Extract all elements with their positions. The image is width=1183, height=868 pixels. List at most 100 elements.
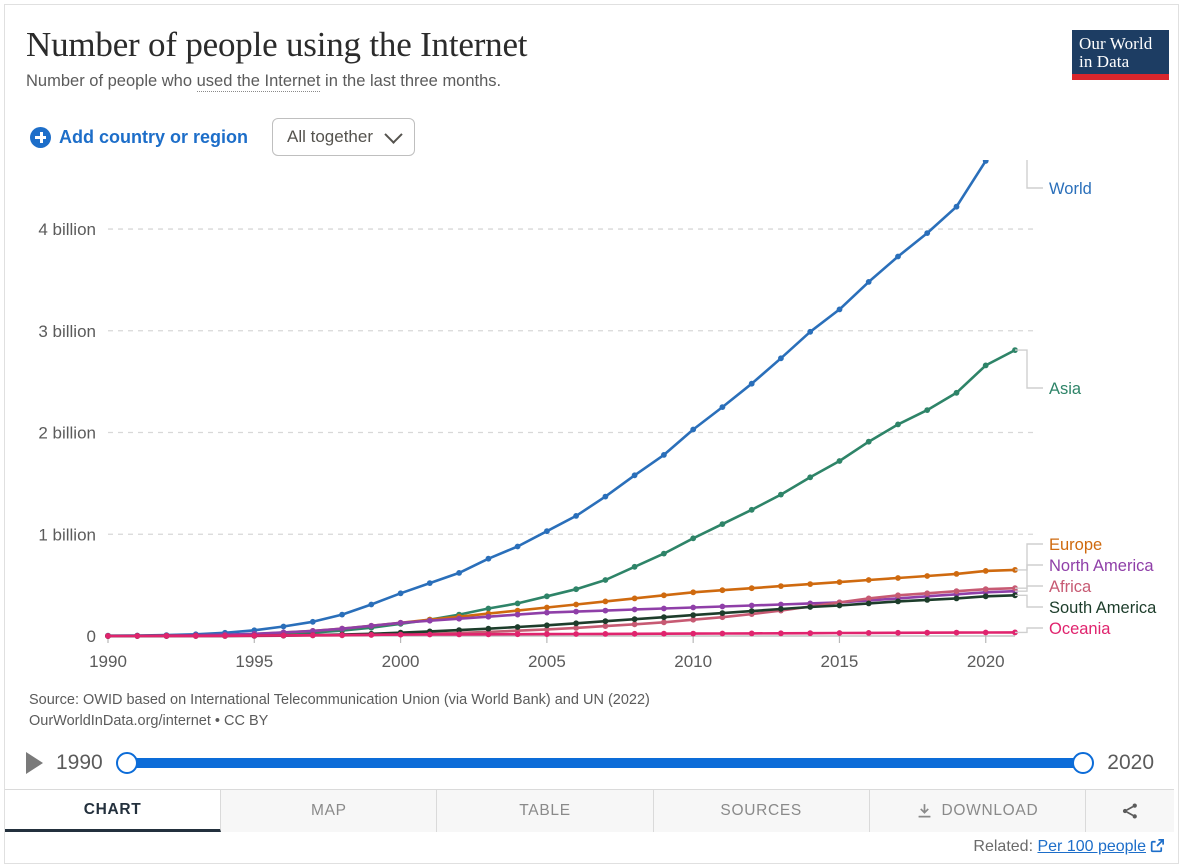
series-label-asia[interactable]: Asia [1049, 380, 1082, 398]
data-point[interactable] [865, 595, 872, 602]
data-point[interactable] [661, 630, 667, 637]
data-point[interactable] [368, 631, 375, 638]
data-point[interactable] [485, 605, 492, 612]
data-point[interactable] [661, 592, 667, 599]
data-point[interactable] [719, 587, 726, 594]
data-point[interactable] [807, 604, 814, 610]
series-label-oceania[interactable]: Oceania [1049, 620, 1111, 638]
data-point[interactable] [368, 622, 375, 629]
data-point[interactable] [514, 631, 521, 638]
data-point[interactable] [865, 577, 872, 583]
slider-handle-end[interactable] [1072, 752, 1095, 774]
data-point[interactable] [690, 604, 697, 611]
data-point[interactable] [192, 633, 199, 639]
data-point[interactable] [544, 528, 550, 535]
data-point[interactable] [865, 600, 872, 607]
data-point[interactable] [631, 621, 638, 628]
data-point[interactable] [105, 633, 111, 639]
data-point[interactable] [924, 597, 931, 603]
data-point[interactable] [778, 355, 784, 362]
data-point[interactable] [602, 493, 609, 500]
data-point[interactable] [544, 604, 550, 611]
data-point[interactable] [602, 618, 609, 625]
data-point[interactable] [836, 630, 843, 636]
data-point[interactable] [222, 632, 228, 639]
data-point[interactable] [748, 585, 755, 592]
data-point[interactable] [485, 631, 492, 638]
data-point[interactable] [836, 602, 843, 609]
data-point[interactable] [690, 630, 697, 637]
data-point[interactable] [339, 625, 345, 632]
data-point[interactable] [982, 568, 989, 574]
data-point[interactable] [895, 592, 901, 599]
tab-table[interactable]: TABLE [437, 790, 654, 832]
series-label-north-america[interactable]: North America [1049, 557, 1154, 575]
data-point[interactable] [631, 630, 638, 637]
data-point[interactable] [544, 631, 550, 637]
data-point[interactable] [602, 598, 609, 605]
tab-chart[interactable]: CHART [5, 790, 222, 832]
data-point[interactable] [661, 605, 667, 612]
data-point[interactable] [280, 632, 287, 639]
data-point[interactable] [456, 615, 462, 622]
tab-share[interactable] [1086, 790, 1175, 832]
data-point[interactable] [982, 362, 989, 369]
series-label-africa[interactable]: Africa [1049, 578, 1092, 596]
data-point[interactable] [895, 598, 901, 605]
data-point[interactable] [368, 601, 375, 608]
data-point[interactable] [426, 580, 433, 586]
data-point[interactable] [544, 609, 550, 616]
data-point[interactable] [924, 629, 931, 636]
subtitle-definition-link[interactable]: used the Internet [196, 72, 321, 92]
data-point[interactable] [924, 590, 931, 597]
data-point[interactable] [836, 306, 843, 313]
data-point[interactable] [280, 623, 287, 630]
data-point[interactable] [631, 616, 638, 623]
data-point[interactable] [661, 614, 667, 621]
data-point[interactable] [631, 595, 638, 602]
data-point[interactable] [807, 630, 814, 637]
chart-plot-area[interactable]: 0 1 billion 2 billion 3 billion 4 billion 19… [0, 160, 1175, 680]
data-point[interactable] [309, 632, 316, 639]
owid-logo[interactable]: Our World in Data [1072, 30, 1169, 80]
tab-sources[interactable]: SOURCES [653, 790, 870, 832]
data-point[interactable] [924, 230, 931, 236]
series-label-south-america[interactable]: South America [1049, 599, 1157, 617]
data-point[interactable] [895, 575, 901, 581]
related-link[interactable]: Per 100 people [1037, 838, 1146, 855]
data-point[interactable] [690, 426, 697, 433]
data-point[interactable] [573, 631, 579, 637]
timeline-slider[interactable] [115, 752, 1095, 774]
data-point[interactable] [514, 611, 521, 618]
data-point[interactable] [544, 593, 550, 600]
data-point[interactable] [748, 630, 755, 637]
series-asia[interactable] [105, 347, 1018, 639]
series-world[interactable] [105, 160, 1018, 639]
data-point[interactable] [690, 612, 697, 618]
data-point[interactable] [514, 624, 521, 630]
data-point[interactable] [953, 203, 960, 210]
data-point[interactable] [631, 606, 638, 613]
data-point[interactable] [924, 573, 931, 579]
data-point[interactable] [631, 563, 638, 570]
data-point[interactable] [573, 601, 579, 608]
data-point[interactable] [514, 600, 521, 607]
data-point[interactable] [953, 595, 960, 602]
series-line[interactable] [106, 348, 1017, 638]
data-point[interactable] [982, 629, 989, 636]
data-point[interactable] [602, 607, 609, 614]
data-point[interactable] [134, 633, 141, 639]
data-point[interactable] [748, 602, 755, 609]
data-point[interactable] [573, 608, 579, 615]
data-point[interactable] [719, 603, 726, 610]
timeline-control[interactable]: 1990 2020 [26, 744, 1154, 782]
data-point[interactable] [924, 407, 931, 413]
play-icon[interactable] [26, 752, 43, 774]
series-label-europe[interactable]: Europe [1049, 536, 1102, 554]
data-point[interactable] [953, 571, 960, 577]
data-point[interactable] [631, 472, 638, 479]
data-point[interactable] [456, 631, 462, 638]
data-point[interactable] [778, 491, 784, 498]
data-point[interactable] [163, 633, 170, 639]
tab-map[interactable]: MAP [221, 790, 438, 832]
